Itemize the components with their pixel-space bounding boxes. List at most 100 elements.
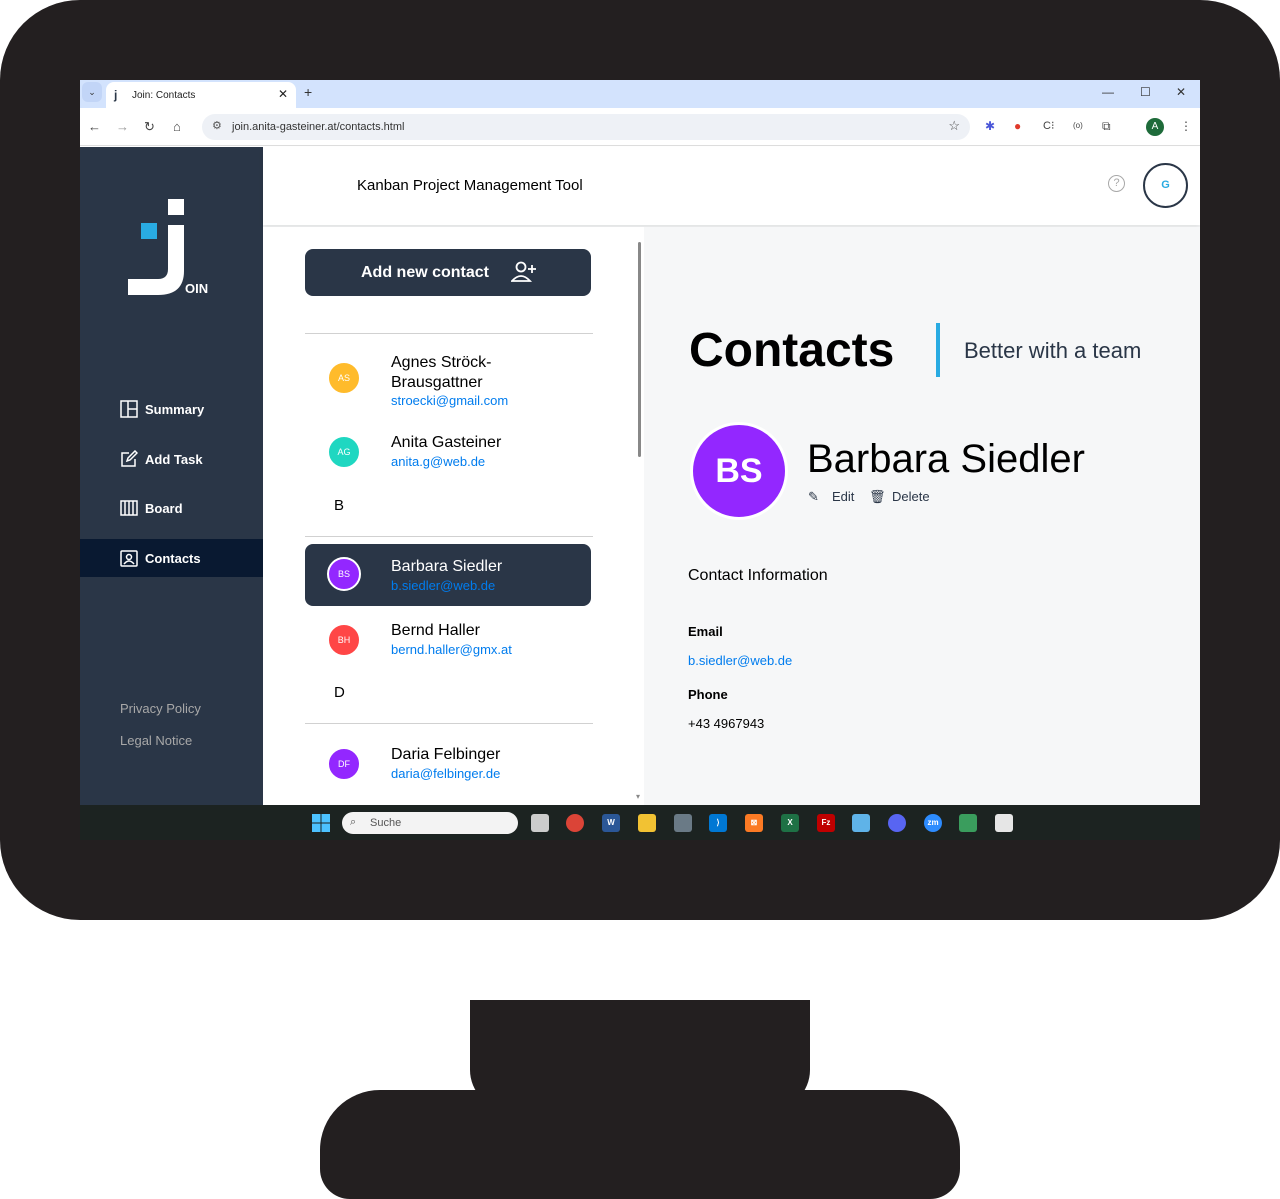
add-contact-label: Add new contact [361, 264, 490, 281]
contact-list-item[interactable]: AG Anita Gasteiner anita.g@web.de [305, 423, 591, 485]
contact-email: stroecki@gmail.com [391, 393, 509, 408]
header-title: Kanban Project Management Tool [357, 177, 583, 194]
url-text: join.anita-gasteiner.at/contacts.html [232, 121, 405, 133]
sidebar-item-label: Board [145, 501, 183, 516]
extensions-puzzle-icon[interactable]: ⧉ [1102, 119, 1111, 134]
letter-heading: D [334, 684, 345, 701]
delete-icon[interactable]: 🗑 [869, 489, 886, 505]
screen: ⌄ j Join: Contacts ✕ + — ☐ ✕ ← → ↻ ⌂ ⚙ j… [80, 80, 1200, 840]
browser-profile-avatar[interactable]: A [1146, 118, 1164, 136]
contact-email: anita.g@web.de [391, 454, 486, 469]
contacts-list: Add new contact AS Agnes Ströck-Brausgat… [263, 227, 644, 805]
taskbar-search-input[interactable]: ⌕ Suche [342, 812, 518, 834]
phone-value[interactable]: +43 4967943 [688, 716, 764, 731]
os-taskbar: ⌕ Suche W ⟩ ⊠ X Fz zm [80, 805, 1200, 840]
task-view-icon[interactable] [531, 814, 549, 832]
extension-color-icon[interactable]: ● [1014, 119, 1021, 133]
search-icon: ⌕ [350, 816, 357, 828]
contact-info-heading: Contact Information [688, 567, 828, 584]
list-scrollbar[interactable] [638, 242, 641, 457]
search-placeholder: Suche [370, 817, 402, 829]
site-info-icon[interactable]: ⚙ [212, 119, 222, 132]
file-explorer-icon[interactable] [638, 814, 656, 832]
app-icon[interactable] [959, 814, 977, 832]
contact-detail-avatar: BS [690, 422, 788, 520]
extension-code-icon[interactable]: (o) [1073, 121, 1083, 130]
contact-name: Barbara Siedler [391, 558, 503, 575]
excel-icon[interactable]: X [781, 814, 799, 832]
monitor-base [320, 1090, 960, 1199]
word-icon[interactable]: W [602, 814, 620, 832]
add-new-contact-button[interactable]: Add new contact [305, 249, 591, 296]
tab-search-icon[interactable]: ⌄ [82, 82, 102, 102]
contact-email: b.siedler@web.de [391, 578, 496, 593]
board-icon [120, 500, 138, 516]
page-title: Contacts [689, 324, 895, 377]
contact-name: Anita Gasteiner [391, 434, 502, 451]
contact-avatar: BS [327, 557, 361, 591]
contact-avatar: BH [327, 623, 361, 657]
contact-email: daria@felbinger.de [391, 766, 501, 781]
reload-icon[interactable]: ↻ [144, 119, 155, 135]
contacts-icon [120, 550, 138, 567]
back-icon[interactable]: ← [88, 119, 101, 134]
sidebar-item-contacts[interactable]: Contacts [80, 539, 263, 577]
page-subtitle: Better with a team [964, 338, 1142, 363]
new-tab-icon[interactable]: + [304, 84, 312, 100]
close-tab-icon[interactable]: ✕ [278, 87, 288, 101]
extension-gear-icon[interactable]: ✱ [985, 119, 995, 133]
divider [305, 536, 593, 537]
extension-c-icon[interactable]: C⁝ [1043, 119, 1054, 132]
notepad-icon[interactable] [852, 814, 870, 832]
sidebar-item-summary[interactable]: Summary [80, 390, 263, 428]
sidebar-item-label: Summary [145, 402, 205, 417]
sidebar-item-board[interactable]: Board [80, 489, 263, 527]
edit-button[interactable]: Edit [832, 489, 854, 504]
logo-text: OIN [185, 281, 208, 296]
bookmark-star-icon[interactable]: ☆ [948, 118, 960, 134]
browser-tab[interactable]: j Join: Contacts ✕ [106, 82, 296, 108]
user-avatar[interactable]: G [1143, 163, 1188, 208]
forward-icon[interactable]: → [116, 119, 129, 134]
zoom-icon[interactable]: zm [924, 814, 942, 832]
contact-list-item[interactable]: AS Agnes Ströck-Brausgattner stroecki@gm… [305, 345, 591, 413]
sidebar-item-add-task[interactable]: Add Task [80, 440, 263, 478]
help-icon[interactable]: ? [1108, 175, 1125, 192]
favicon-icon: j [114, 88, 118, 102]
filezilla-icon[interactable]: Fz [817, 814, 835, 832]
app-header: Kanban Project Management Tool ? G [263, 147, 1200, 225]
privacy-policy-link[interactable]: Privacy Policy [120, 701, 201, 716]
email-value[interactable]: b.siedler@web.de [688, 653, 792, 668]
delete-button[interactable]: Delete [892, 489, 930, 504]
contact-list-item-selected[interactable]: BS Barbara Siedler b.siedler@web.de [305, 544, 591, 606]
phone-label: Phone [688, 687, 728, 702]
contact-list-item[interactable]: DF Daria Felbinger daria@felbinger.de [305, 735, 591, 797]
contact-name: Daria Felbinger [391, 746, 501, 763]
legal-notice-link[interactable]: Legal Notice [120, 733, 192, 748]
url-field[interactable]: ⚙ join.anita-gasteiner.at/contacts.html … [202, 114, 970, 140]
contact-detail-name: Barbara Siedler [807, 437, 1085, 481]
edit-icon[interactable]: ✎ [808, 489, 819, 505]
sidebar: OIN Summary Add Task Board Contacts Priv… [80, 147, 263, 805]
calculator-icon[interactable] [674, 814, 692, 832]
contact-list-item[interactable]: BH Bernd Haller bernd.haller@gmx.at [305, 610, 591, 672]
maximize-icon[interactable]: ☐ [1140, 85, 1151, 99]
join-app: OIN Summary Add Task Board Contacts Priv… [80, 147, 1200, 805]
scroll-down-icon[interactable]: ▾ [636, 792, 640, 801]
contact-name: Bernd Haller [391, 622, 480, 639]
app-window-icon[interactable] [995, 814, 1013, 832]
windows-start-icon[interactable] [312, 814, 330, 832]
discord-icon[interactable] [888, 814, 906, 832]
close-window-icon[interactable]: ✕ [1176, 85, 1186, 99]
minimize-icon[interactable]: — [1102, 85, 1114, 99]
vscode-icon[interactable]: ⟩ [709, 814, 727, 832]
xampp-icon[interactable]: ⊠ [745, 814, 763, 832]
chrome-icon[interactable] [566, 814, 584, 832]
browser-tabbar: ⌄ j Join: Contacts ✕ + — ☐ ✕ [80, 80, 1200, 108]
browser-menu-icon[interactable]: ⋮ [1180, 119, 1192, 133]
home-icon[interactable]: ⌂ [173, 119, 181, 134]
join-logo[interactable]: OIN [128, 199, 218, 299]
add-person-icon [511, 261, 536, 282]
divider [305, 723, 593, 724]
contact-avatar: AG [327, 435, 361, 469]
